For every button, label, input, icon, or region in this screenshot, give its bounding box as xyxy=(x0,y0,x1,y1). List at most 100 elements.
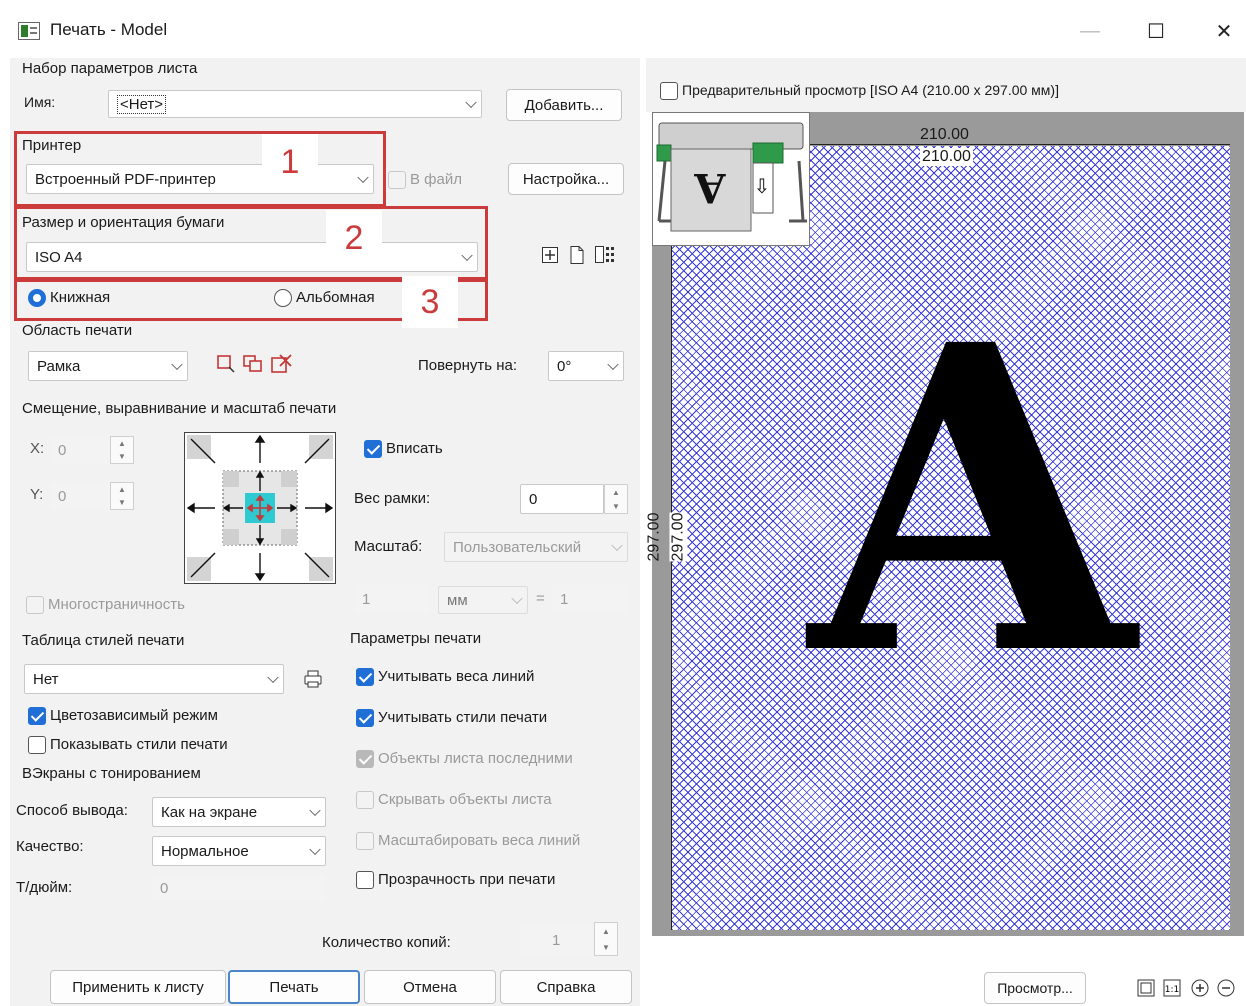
x-offset-spinner[interactable]: ▲ ▼ xyxy=(110,436,134,464)
add-page-setup-button[interactable]: Добавить... xyxy=(506,89,622,121)
annotation-box-1 xyxy=(14,131,386,207)
x-offset-input[interactable]: 0 xyxy=(50,436,110,464)
copies-input[interactable]: 1 xyxy=(520,924,592,956)
color-dependent-label: Цветозависимый режим xyxy=(50,707,218,724)
annotation-number-2: 2 xyxy=(326,210,382,266)
height-dimension-label-inner: 297.00 xyxy=(669,512,688,562)
close-button[interactable]: ✕ xyxy=(1204,16,1244,46)
dpi-input[interactable]: 0 xyxy=(152,874,326,902)
quality-label: Качество: xyxy=(16,838,84,855)
print-options-group-label: Параметры печати xyxy=(350,630,482,647)
scale-unit-value: мм xyxy=(447,591,468,609)
page-icon[interactable] xyxy=(568,245,586,265)
x-offset-value: 0 xyxy=(58,441,67,459)
window-frames-icon[interactable] xyxy=(242,354,264,374)
print-button[interactable]: Печать xyxy=(228,970,360,1004)
edit-style-table-icon[interactable] xyxy=(302,669,324,689)
height-dimension-label: 297.00 xyxy=(645,512,663,562)
x-label: X: xyxy=(30,440,45,457)
scale-unit-select[interactable]: мм xyxy=(438,586,528,614)
option-lineweights-label: Учитывать веса линий xyxy=(378,668,535,685)
zoom-in-icon[interactable] xyxy=(1190,978,1210,998)
scale-numerator-input[interactable]: 1 xyxy=(354,584,430,614)
y-offset-value: 0 xyxy=(58,487,67,505)
style-table-select[interactable]: Нет xyxy=(24,664,284,694)
option-plotstyles-checkbox[interactable] xyxy=(356,709,374,727)
y-offset-spinner[interactable]: ▲ ▼ xyxy=(110,482,134,510)
zoom-out-icon[interactable] xyxy=(1216,978,1236,998)
fit-view-icon[interactable] xyxy=(1136,978,1156,998)
shaded-group-label: ВЭкраны с тонированием xyxy=(22,765,201,782)
printer-setup-button[interactable]: Настройка... xyxy=(508,163,624,195)
output-method-select[interactable]: Как на экране xyxy=(152,797,326,827)
page-setup-name-select[interactable]: <Нет> xyxy=(108,90,482,118)
add-paper-icon[interactable] xyxy=(541,246,559,264)
option-paperspace-last-checkbox[interactable] xyxy=(356,750,374,768)
cancel-button[interactable]: Отмена xyxy=(364,970,496,1004)
scale-denominator-value: 1 xyxy=(560,590,569,608)
chevron-down-icon xyxy=(611,539,623,552)
rotate-value: 0° xyxy=(557,357,572,375)
frame-weight-value: 0 xyxy=(529,490,538,508)
to-file-checkbox[interactable] xyxy=(388,171,406,189)
paper-properties-icon[interactable] xyxy=(594,245,616,265)
quality-value: Нормальное xyxy=(161,842,249,860)
option-scale-lineweights-checkbox[interactable] xyxy=(356,832,374,850)
option-scale-lineweights-label: Масштабировать веса линий xyxy=(378,832,581,849)
annotation-box-2 xyxy=(14,206,488,280)
select-window-icon[interactable] xyxy=(216,354,236,374)
frame-weight-input[interactable]: 0 xyxy=(520,484,604,514)
output-method-value: Как на экране xyxy=(161,803,258,821)
title-bar: Печать - Model — ☐ ✕ xyxy=(0,0,1246,60)
fit-checkbox[interactable] xyxy=(364,440,382,458)
rotate-select[interactable]: 0° xyxy=(548,351,624,381)
window-title: Печать - Model xyxy=(50,20,168,39)
help-button[interactable]: Справка xyxy=(500,970,632,1004)
preview-canvas: A 210.00 210.00 297.00 297.00 A ⇩ xyxy=(645,112,1244,936)
quality-select[interactable]: Нормальное xyxy=(152,836,326,866)
scale-value: Пользовательский xyxy=(453,538,582,556)
preview-button[interactable]: Просмотр... xyxy=(984,972,1086,1004)
frame-weight-spinner[interactable]: ▲ ▼ xyxy=(604,484,628,514)
minimize-button[interactable]: — xyxy=(1070,16,1110,46)
print-area-select[interactable]: Рамка xyxy=(28,351,188,381)
actual-size-icon[interactable]: 1:1 xyxy=(1162,978,1182,998)
name-label: Имя: xyxy=(24,94,56,110)
chevron-down-icon xyxy=(607,358,619,371)
preview-big-letter: A xyxy=(809,255,1135,748)
apply-to-layout-button[interactable]: Применить к листу xyxy=(50,970,226,1004)
maximize-button[interactable]: ☐ xyxy=(1136,16,1176,46)
multipage-checkbox[interactable] xyxy=(26,596,44,614)
option-hide-objects-checkbox[interactable] xyxy=(356,791,374,809)
annotation-number-3: 3 xyxy=(402,276,458,328)
show-styles-label: Показывать стили печати xyxy=(50,736,228,753)
clear-window-icon[interactable] xyxy=(270,353,294,375)
dpi-value: 0 xyxy=(160,879,169,897)
style-table-value: Нет xyxy=(33,670,59,688)
copies-spinner[interactable]: ▲ ▼ xyxy=(594,922,618,956)
scale-select[interactable]: Пользовательский xyxy=(444,532,628,562)
scale-numerator-value: 1 xyxy=(362,590,371,608)
plotter-thumb-letter: A xyxy=(694,164,726,211)
chevron-down-icon xyxy=(309,804,321,817)
frame-weight-label: Вес рамки: xyxy=(354,490,431,507)
copies-label: Количество копий: xyxy=(322,934,451,951)
to-file-label: В файл xyxy=(410,171,462,188)
option-lineweights-checkbox[interactable] xyxy=(356,668,374,686)
annotation-number-1: 1 xyxy=(262,134,318,190)
chevron-down-icon xyxy=(171,358,183,371)
scale-denominator-input[interactable]: 1 xyxy=(552,584,628,614)
option-plotstyles-label: Учитывать стили печати xyxy=(378,709,548,726)
y-offset-input[interactable]: 0 xyxy=(50,482,110,510)
alignment-grid[interactable] xyxy=(184,432,336,584)
color-dependent-checkbox[interactable] xyxy=(28,707,46,725)
preview-checkbox[interactable] xyxy=(660,82,678,100)
print-area-value: Рамка xyxy=(37,357,81,375)
option-transparency-checkbox[interactable] xyxy=(356,871,374,889)
rotate-label: Повернуть на: xyxy=(418,357,518,374)
show-styles-checkbox[interactable] xyxy=(28,736,46,754)
app-icon xyxy=(18,22,40,40)
svg-text:1:1: 1:1 xyxy=(1165,985,1179,995)
option-paperspace-last-label: Объекты листа последними xyxy=(378,750,573,767)
width-dimension-label-inner: 210.00 xyxy=(920,148,973,166)
